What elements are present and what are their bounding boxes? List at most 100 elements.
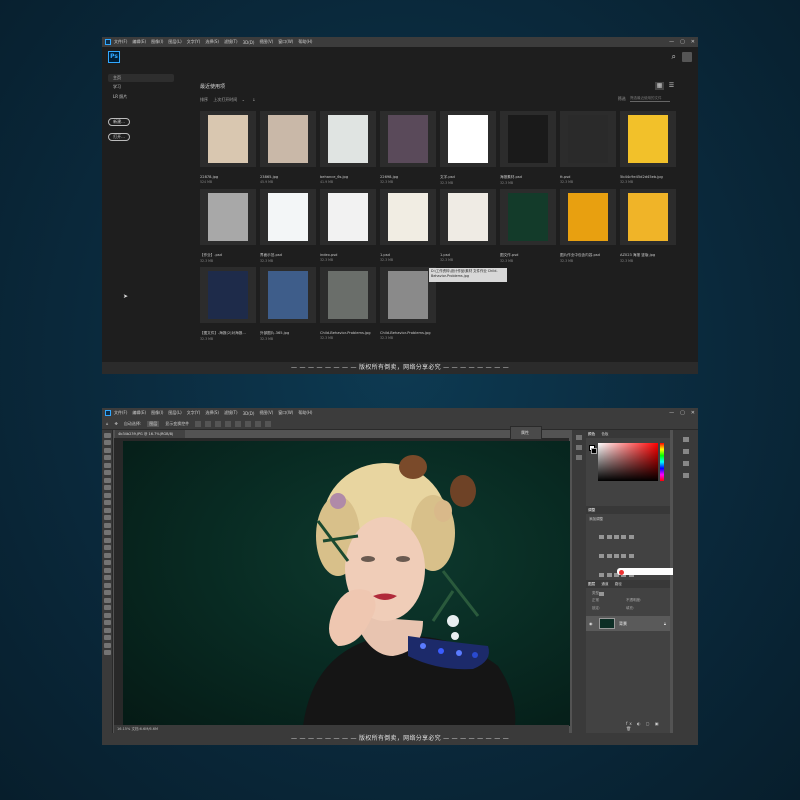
tool-icon[interactable]: [103, 590, 111, 595]
recent-file-tile[interactable]: 1.psd 32.3 MB: [440, 189, 496, 262]
nav-lr-photos[interactable]: LR 照片: [108, 93, 174, 101]
file-thumbnail[interactable]: [620, 111, 676, 167]
nav-learn[interactable]: 学习: [108, 83, 174, 91]
tool-icon[interactable]: [103, 485, 111, 490]
align-left-icon[interactable]: [195, 420, 202, 427]
tool-icon[interactable]: [103, 560, 111, 565]
adjustment-icon[interactable]: [621, 554, 627, 558]
recent-file-tile[interactable]: 1.psd 32.3 MB: [380, 189, 436, 262]
recent-file-tile[interactable]: 海报素材.psd 32.3 MB: [500, 111, 556, 185]
filter-input[interactable]: 筛选最近使用的文件: [630, 96, 670, 102]
3d-mode-icon[interactable]: [265, 420, 272, 427]
menu-view[interactable]: 视图(V): [259, 410, 273, 416]
sort-direction-icon[interactable]: ↓: [252, 97, 255, 102]
tool-icon[interactable]: [103, 522, 111, 528]
menu-view[interactable]: 视图(V): [259, 39, 273, 45]
menu-3d[interactable]: 3D(D): [243, 40, 255, 45]
menu-filter[interactable]: 滤镜(T): [224, 410, 238, 416]
tool-icon[interactable]: [103, 605, 111, 610]
menu-image[interactable]: 图像(I): [151, 410, 163, 416]
tool-icon[interactable]: [103, 515, 111, 520]
open-button[interactable]: 打开...: [108, 133, 130, 141]
color-field[interactable]: [598, 443, 658, 481]
menu-type[interactable]: 文字(Y): [187, 39, 201, 45]
tool-icon[interactable]: [103, 530, 111, 535]
lock-icon[interactable]: 🔒︎: [664, 621, 666, 626]
tool-icon[interactable]: [103, 642, 111, 648]
tool-icon[interactable]: [103, 552, 111, 558]
account-icon[interactable]: [682, 52, 692, 62]
tool-icon[interactable]: [103, 455, 111, 460]
tool-icon[interactable]: [103, 597, 111, 603]
adjustment-icon[interactable]: [613, 535, 619, 539]
tool-icon[interactable]: [103, 575, 111, 580]
move-tool-icon[interactable]: ✥: [115, 421, 118, 426]
properties-float-panel[interactable]: 属性: [510, 426, 542, 440]
minimize-icon[interactable]: —: [669, 409, 674, 417]
tool-icon[interactable]: [103, 627, 111, 633]
layer-name[interactable]: 背景: [619, 621, 627, 627]
tool-icon[interactable]: [103, 432, 111, 438]
info-icon[interactable]: [682, 461, 689, 466]
recent-file-tile[interactable]: Child-Behavior-Problems.jpg 32.3 MB: [380, 267, 436, 340]
tab-channels[interactable]: 通道: [601, 582, 608, 586]
recent-file-tile[interactable]: 图片作业中包含内容.psd 32.3 MB: [560, 189, 616, 263]
tool-icon[interactable]: [103, 620, 111, 625]
list-view-icon[interactable]: ☰: [667, 82, 676, 90]
file-thumbnail[interactable]: [560, 111, 616, 167]
file-thumbnail[interactable]: [320, 189, 376, 245]
layer-kind-filter[interactable]: 类型: [592, 591, 599, 596]
menu-type[interactable]: 文字(Y): [187, 410, 201, 416]
tool-icon[interactable]: [103, 537, 111, 543]
tab-layers[interactable]: 图层: [588, 582, 595, 586]
align-bottom-icon[interactable]: [245, 420, 252, 427]
tool-icon[interactable]: [103, 582, 111, 588]
menu-select[interactable]: 选择(S): [205, 410, 219, 416]
adjustment-icon[interactable]: [613, 554, 619, 558]
distribute-icon[interactable]: [255, 420, 262, 427]
layer-footer-icons[interactable]: fx ◐ ▢ ▣ 🗑: [626, 721, 670, 731]
tool-icon[interactable]: [103, 462, 111, 468]
file-thumbnail[interactable]: [320, 111, 376, 167]
maximize-icon[interactable]: ▢: [680, 409, 685, 417]
paragraph-icon[interactable]: [682, 473, 689, 478]
recent-file-tile[interactable]: 外部图片-365.jpg 32.3 MB: [260, 267, 316, 341]
align-center-icon[interactable]: [205, 420, 212, 427]
menu-layer[interactable]: 图层(L): [168, 410, 181, 416]
maximize-icon[interactable]: ▢: [680, 38, 685, 46]
menu-window[interactable]: 窗口(W): [278, 410, 293, 416]
tool-icon[interactable]: [103, 635, 111, 640]
menu-layer[interactable]: 图层(L): [168, 39, 181, 45]
show-transform-checkbox[interactable]: 显示变换控件: [165, 421, 189, 427]
menu-help[interactable]: 帮助(H): [298, 39, 312, 45]
adjustment-icon[interactable]: [606, 573, 612, 577]
recent-file-tile[interactable]: 界面示范.psd 32.3 MB: [260, 189, 316, 263]
menu-edit[interactable]: 编辑(E): [132, 39, 146, 45]
adjustment-icon[interactable]: [599, 573, 605, 577]
menu-filter[interactable]: 滤镜(T): [224, 39, 238, 45]
file-thumbnail[interactable]: [260, 111, 316, 167]
file-thumbnail[interactable]: [200, 189, 256, 245]
file-thumbnail[interactable]: [380, 111, 436, 167]
auto-select-checkbox[interactable]: 自动选择:: [124, 421, 141, 427]
grid-view-icon[interactable]: ▦: [655, 82, 664, 90]
file-thumbnail[interactable]: [200, 111, 256, 167]
tab-paths[interactable]: 路径: [615, 582, 622, 586]
adjustment-icon[interactable]: [599, 592, 605, 596]
align-middle-icon[interactable]: [235, 420, 242, 427]
new-button[interactable]: 新建...: [108, 118, 130, 126]
file-thumbnail[interactable]: [500, 111, 556, 167]
tool-icon[interactable]: [103, 500, 111, 505]
tool-icon[interactable]: [103, 440, 111, 445]
recent-file-tile[interactable]: 【图文件】-海报(2)对海报... 32.3 MB: [200, 267, 256, 341]
history-icon[interactable]: [576, 435, 582, 440]
file-thumbnail[interactable]: [560, 189, 616, 245]
tab-color[interactable]: 颜色: [588, 432, 595, 436]
tool-icon[interactable]: [103, 492, 111, 498]
character-icon[interactable]: [576, 455, 582, 460]
recent-file-tile[interactable]: 23865.jpg 45.9 MB: [260, 111, 316, 184]
blend-mode-select[interactable]: 正常: [592, 598, 599, 603]
home-icon[interactable]: ⌂: [106, 421, 109, 426]
fill-label[interactable]: 填充:: [626, 606, 634, 611]
canvas-photo-portrait[interactable]: [123, 441, 570, 726]
